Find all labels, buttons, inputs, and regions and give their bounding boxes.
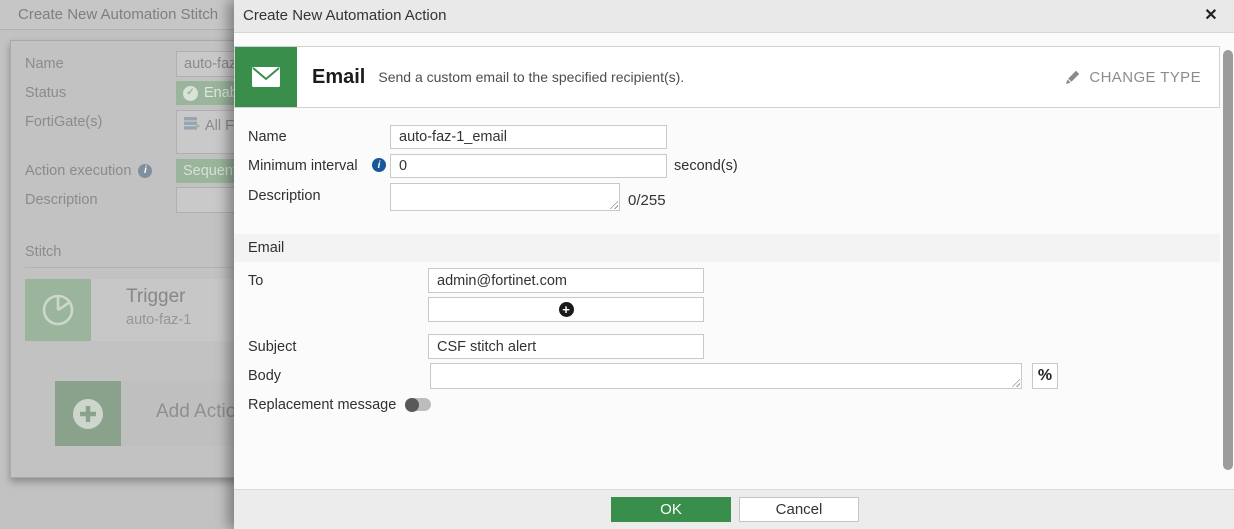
description-label: Description bbox=[248, 186, 321, 206]
modal-title: Create New Automation Action bbox=[243, 7, 446, 24]
bg-fortigates-label: FortiGate(s) bbox=[25, 112, 102, 132]
modal-footer: OK Cancel bbox=[234, 489, 1234, 529]
name-label: Name bbox=[248, 127, 287, 147]
close-icon[interactable]: ✕ bbox=[1198, 0, 1224, 32]
email-section-header: Email bbox=[234, 234, 1220, 262]
action-type-name: Email bbox=[312, 66, 365, 89]
bg-name-label: Name bbox=[25, 54, 64, 74]
to-input[interactable] bbox=[428, 268, 704, 293]
description-textarea[interactable] bbox=[390, 183, 620, 211]
info-icon: i bbox=[372, 158, 386, 172]
modal-scrollbar[interactable] bbox=[1223, 50, 1233, 470]
subject-input[interactable] bbox=[428, 334, 704, 359]
name-input[interactable] bbox=[390, 125, 667, 149]
bg-action-execution-label: Action execution i bbox=[25, 161, 152, 181]
fortigate-device-icon bbox=[184, 117, 200, 130]
ok-button[interactable]: OK bbox=[611, 497, 731, 522]
min-interval-input[interactable] bbox=[390, 154, 667, 178]
body-textarea[interactable] bbox=[430, 363, 1022, 389]
body-field-wrap bbox=[430, 363, 1022, 389]
bg-status-label: Status bbox=[25, 83, 66, 103]
description-field-wrap bbox=[390, 183, 620, 211]
plus-circle-icon: + bbox=[559, 302, 574, 317]
bg-page-title: Create New Automation Stitch bbox=[18, 6, 218, 23]
add-action-icon-tile bbox=[55, 381, 121, 446]
create-action-modal: Create New Automation Action ✕ Email Sen… bbox=[234, 0, 1234, 529]
min-interval-label: Minimum interval bbox=[248, 156, 358, 176]
info-icon: i bbox=[138, 164, 152, 178]
to-label: To bbox=[248, 271, 263, 291]
check-circle-icon: ✓ bbox=[183, 86, 198, 101]
bg-trigger-name: auto-faz-1 bbox=[126, 312, 191, 328]
bg-trigger-title: Trigger bbox=[126, 286, 185, 308]
toggle-knob bbox=[405, 398, 419, 412]
trigger-icon-tile bbox=[25, 279, 91, 341]
modal-title-bar: Create New Automation Action ✕ bbox=[234, 0, 1234, 33]
bg-stitch-section-label: Stitch bbox=[25, 242, 61, 262]
envelope-icon bbox=[251, 66, 281, 88]
body-label: Body bbox=[248, 366, 281, 386]
pie-chart-icon bbox=[40, 292, 76, 328]
change-type-button[interactable]: CHANGE TYPE bbox=[1065, 69, 1201, 86]
subject-label: Subject bbox=[248, 337, 296, 357]
min-interval-unit: second(s) bbox=[674, 156, 738, 176]
bg-description-label: Description bbox=[25, 190, 98, 210]
plus-circle-icon bbox=[70, 396, 106, 432]
action-type-card: Email Send a custom email to the specifi… bbox=[234, 46, 1220, 108]
cancel-button[interactable]: Cancel bbox=[739, 497, 859, 522]
pencil-icon bbox=[1065, 69, 1081, 85]
replacement-message-toggle[interactable] bbox=[405, 398, 431, 411]
screen: Create New Automation Stitch Name auto-f… bbox=[0, 0, 1234, 529]
insert-variable-button[interactable]: % bbox=[1032, 363, 1058, 389]
action-type-description: Send a custom email to the specified rec… bbox=[378, 69, 684, 85]
description-char-counter: 0/255 bbox=[628, 192, 666, 209]
replacement-message-label: Replacement message bbox=[248, 395, 396, 415]
email-type-tile bbox=[235, 47, 297, 107]
add-recipient-button[interactable]: + bbox=[428, 297, 704, 322]
